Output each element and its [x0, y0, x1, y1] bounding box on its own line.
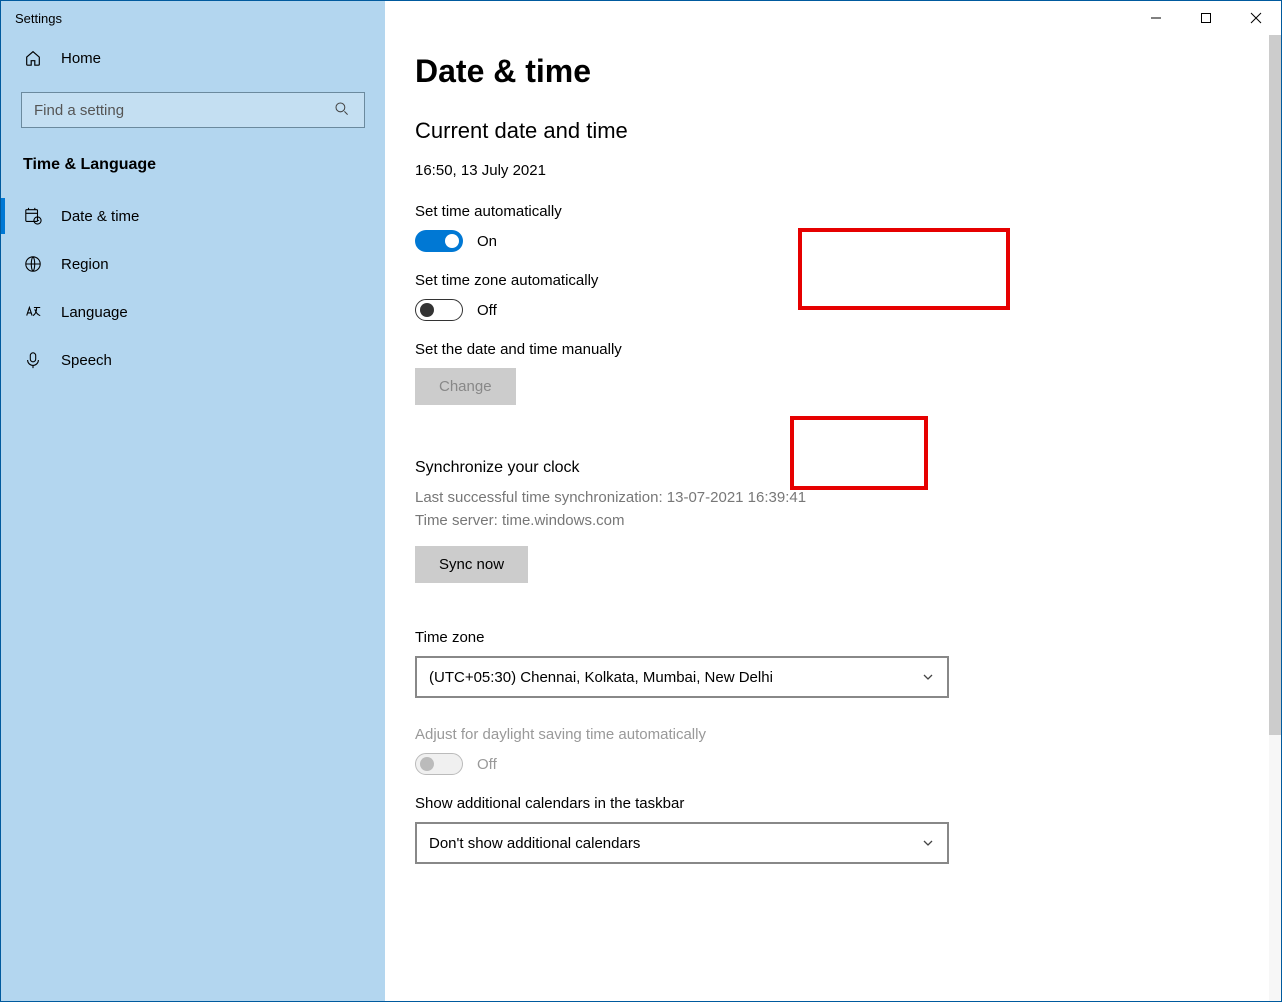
- globe-icon: [23, 254, 43, 274]
- sidebar-category: Time & Language: [1, 142, 385, 192]
- set-tz-auto-toggle[interactable]: [415, 299, 463, 321]
- timezone-value: (UTC+05:30) Chennai, Kolkata, Mumbai, Ne…: [429, 669, 773, 686]
- sidebar-item-label: Date & time: [61, 208, 139, 225]
- sidebar-item-language[interactable]: Language: [1, 288, 385, 336]
- sidebar: Settings Home Time & Language Date & tim…: [1, 1, 385, 1001]
- addcal-select[interactable]: Don't show additional calendars: [415, 822, 949, 864]
- dst-state: Off: [477, 756, 497, 773]
- sync-heading: Synchronize your clock: [415, 459, 1085, 477]
- nav-home[interactable]: Home: [1, 34, 385, 82]
- calendar-clock-icon: [23, 206, 43, 226]
- microphone-icon: [23, 350, 43, 370]
- main-panel: Date & time Current date and time 16:50,…: [385, 1, 1281, 1001]
- set-time-auto-state: On: [477, 233, 497, 250]
- sync-last: Last successful time synchronization: 13…: [415, 487, 1085, 510]
- content: Date & time Current date and time 16:50,…: [385, 1, 1085, 894]
- page-title: Date & time: [415, 53, 1085, 90]
- window-controls: [1131, 1, 1281, 35]
- window-title-row: Settings: [1, 1, 385, 34]
- section-current: Current date and time: [415, 118, 1085, 144]
- change-button[interactable]: Change: [415, 368, 516, 405]
- dst-label: Adjust for daylight saving time automati…: [415, 726, 1085, 743]
- sidebar-item-region[interactable]: Region: [1, 240, 385, 288]
- addcal-label: Show additional calendars in the taskbar: [415, 795, 1085, 812]
- sync-server: Time server: time.windows.com: [415, 510, 1085, 533]
- set-time-auto-label: Set time automatically: [415, 203, 1085, 220]
- sidebar-item-date-time[interactable]: Date & time: [1, 192, 385, 240]
- sync-now-button[interactable]: Sync now: [415, 546, 528, 583]
- dst-toggle: [415, 753, 463, 775]
- close-button[interactable]: [1231, 1, 1281, 35]
- chevron-down-icon: [921, 670, 935, 684]
- minimize-button[interactable]: [1131, 1, 1181, 35]
- sidebar-item-speech[interactable]: Speech: [1, 336, 385, 384]
- search-container: [1, 82, 385, 142]
- timezone-select[interactable]: (UTC+05:30) Chennai, Kolkata, Mumbai, Ne…: [415, 656, 949, 698]
- addcal-value: Don't show additional calendars: [429, 835, 640, 852]
- timezone-label: Time zone: [415, 629, 1085, 646]
- sidebar-item-label: Language: [61, 304, 128, 321]
- search-input[interactable]: [34, 102, 334, 119]
- search-icon: [334, 101, 352, 119]
- current-datetime: 16:50, 13 July 2021: [415, 162, 1085, 179]
- scrollbar-thumb[interactable]: [1269, 35, 1281, 735]
- sidebar-item-label: Speech: [61, 352, 112, 369]
- search-box[interactable]: [21, 92, 365, 128]
- language-icon: [23, 302, 43, 322]
- nav-home-label: Home: [61, 50, 101, 67]
- sidebar-item-label: Region: [61, 256, 109, 273]
- window-title: Settings: [15, 11, 62, 26]
- scrollbar[interactable]: [1269, 35, 1281, 1001]
- set-tz-auto-label: Set time zone automatically: [415, 272, 1085, 289]
- maximize-button[interactable]: [1181, 1, 1231, 35]
- set-time-auto-toggle[interactable]: [415, 230, 463, 252]
- set-tz-auto-state: Off: [477, 302, 497, 319]
- chevron-down-icon: [921, 836, 935, 850]
- home-icon: [23, 48, 43, 68]
- manual-label: Set the date and time manually: [415, 341, 1085, 358]
